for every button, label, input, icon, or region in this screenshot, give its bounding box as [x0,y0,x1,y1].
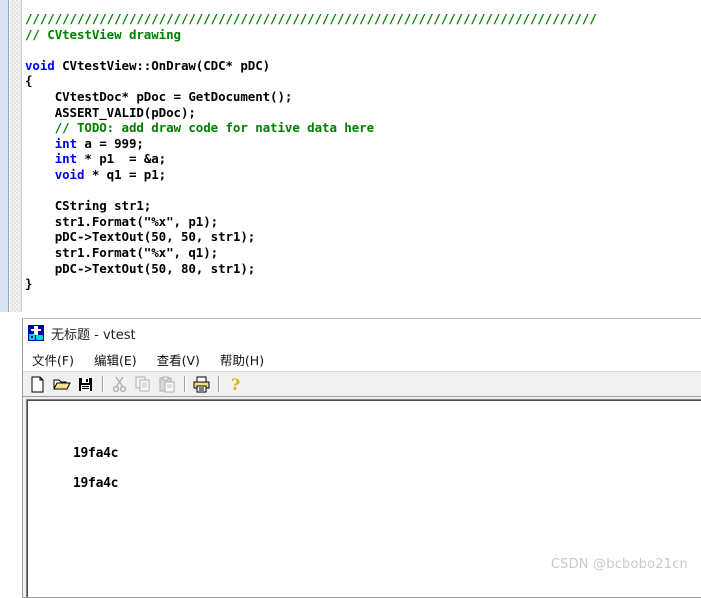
code-token-plain: pDC->TextOut(50, 50, str1); [25,229,256,245]
code-line-2: // CVtestView drawing [25,27,701,43]
code-token-plain: * q1 = p1; [84,166,167,182]
csdn-watermark: CSDN @bcbobo21cn [550,557,688,572]
code-line-5: { [25,73,701,89]
code-token-plain: ASSERT_VALID(pDoc); [25,104,196,120]
code-line-9: int a = 999; [25,136,701,152]
toolbar-about[interactable]: ? [224,373,247,395]
code-token-kw: void [25,57,55,73]
code-token-plain: CVtestView::OnDraw(CDC* pDC) [54,57,271,73]
mfc-application-window[interactable]: 无标题 - vtest 文件(F) 编辑(E) 查看(V) 帮助(H) ? 19… [22,318,701,598]
code-token-kw: int [54,135,77,151]
code-token-plain: str1.Format("%x", p1); [25,213,219,229]
toolbar-separator-3 [218,376,220,392]
code-line-16: str1.Format("%x", q1); [25,245,701,261]
window-toolbar[interactable]: ? [23,371,701,397]
toolbar-copy[interactable] [132,373,155,395]
code-line-15: pDC->TextOut(50, 50, str1); [25,229,701,245]
svg-text:?: ? [231,376,240,393]
code-token-kw: int [54,151,77,167]
code-line-13: CString str1; [25,198,701,214]
code-line-6: CVtestDoc* pDoc = GetDocument(); [25,89,701,105]
code-line-10: int * p1 = &a; [25,151,701,167]
code-token-plain: a = 999; [76,135,144,151]
output-line-2: 19fa4c [73,476,119,491]
code-token-plain: str1.Format("%x", q1); [25,244,219,260]
toolbar-new[interactable] [26,373,49,395]
code-line-1: ////////////////////////////////////////… [25,11,701,27]
code-line-7: ASSERT_VALID(pDoc); [25,105,701,121]
editor-selection-margin[interactable] [0,0,9,312]
code-line-17: pDC->TextOut(50, 80, str1); [25,261,701,277]
code-line-8: // TODO: add draw code for native data h… [25,120,701,136]
menu-file[interactable]: 文件(F) [32,350,74,369]
toolbar-separator-2 [184,376,186,392]
toolbar-paste[interactable] [156,373,179,395]
source-code-pane[interactable]: ////////////////////////////////////////… [0,0,701,312]
code-token-comment: ////////////////////////////////////////… [25,11,597,26]
code-token-plain: pDC->TextOut(50, 80, str1); [25,260,256,276]
code-token-plain: CString str1; [25,198,152,214]
mfc-app-icon[interactable] [28,325,44,341]
toolbar-cut[interactable] [108,373,131,395]
window-menubar[interactable]: 文件(F) 编辑(E) 查看(V) 帮助(H) [23,347,701,371]
window-title-text: 无标题 - vtest [51,327,136,343]
code-token-plain: * p1 = &a; [76,151,167,167]
output-line-1: 19fa4c [73,446,119,461]
menu-edit[interactable]: 编辑(E) [94,350,137,369]
code-token-comment: // TODO: add draw code for native data h… [54,120,375,136]
code-token-plain: CVtestDoc* pDoc = GetDocument(); [25,88,293,104]
code-token-comment: // CVtestView drawing [25,26,181,42]
code-line-11: void * q1 = p1; [25,167,701,183]
code-token-plain: } [25,276,33,292]
menu-view[interactable]: 查看(V) [157,350,200,369]
code-token-plain: { [25,73,33,89]
toolbar-open[interactable] [50,373,73,395]
toolbar-print[interactable] [190,373,213,395]
window-titlebar[interactable]: 无标题 - vtest [23,319,701,347]
toolbar-separator-1 [102,376,104,392]
code-line-4: void CVtestView::OnDraw(CDC* pDC) [25,58,701,74]
code-line-14: str1.Format("%x", p1); [25,214,701,230]
code-line-18: } [25,276,701,292]
toolbar-save[interactable] [74,373,97,395]
editor-code-text[interactable]: ////////////////////////////////////////… [25,11,701,292]
code-token-kw: void [54,166,85,182]
menu-help[interactable]: 帮助(H) [220,350,264,369]
editor-indicator-gutter[interactable] [10,0,22,312]
